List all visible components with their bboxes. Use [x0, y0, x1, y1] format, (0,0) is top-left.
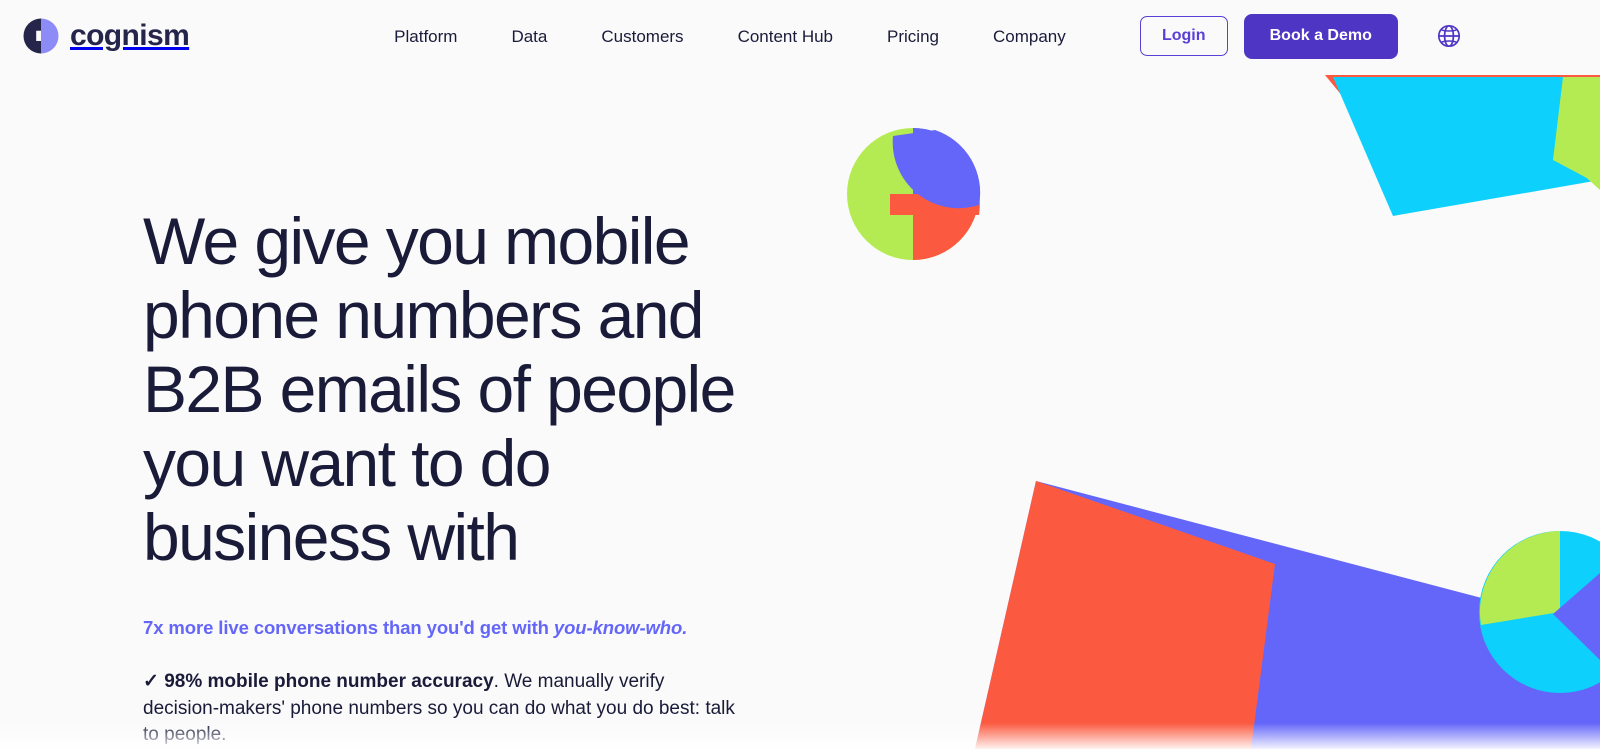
nav-item-data[interactable]: Data [511, 28, 547, 45]
page-root: cognism Platform Data Customers Content … [0, 0, 1600, 749]
bottom-panels [975, 481, 1600, 749]
login-button[interactable]: Login [1139, 16, 1228, 56]
nav-item-content-hub[interactable]: Content Hub [738, 28, 833, 45]
site-header: cognism Platform Data Customers Content … [0, 0, 1600, 72]
logo-wordmark: cognism [70, 19, 190, 52]
bullet-highlight: 98% mobile phone number accuracy [164, 670, 494, 692]
language-selector-button[interactable] [1434, 21, 1464, 51]
nav-item-platform[interactable]: Platform [394, 28, 457, 45]
nav-item-customers[interactable]: Customers [601, 28, 683, 45]
header-actions: Login Book a Demo [1139, 13, 1464, 59]
nav-item-company[interactable]: Company [993, 28, 1066, 45]
cognism-circle-logo-icon [23, 18, 59, 54]
subhead-italic-text: you-know-who. [553, 616, 688, 638]
bottom-right-circle [1479, 531, 1600, 693]
primary-navigation: Platform Data Customers Content Hub Pric… [394, 28, 1066, 45]
globe-icon [1437, 24, 1460, 48]
nav-item-pricing[interactable]: Pricing [887, 28, 939, 45]
hero-subheadline: 7x more live conversations than you'd ge… [143, 617, 903, 639]
hero-bullet-point: ✓ 98% mobile phone number accuracy. We m… [143, 669, 743, 749]
logo-link[interactable]: cognism [23, 18, 190, 54]
top-right-cyan-wedge [1325, 75, 1600, 216]
checkmark-icon: ✓ [143, 670, 159, 692]
page-title: We give you mobile phone numbers and B2B… [143, 204, 736, 574]
subhead-plain-text: 7x more live conversations than you'd ge… [143, 616, 554, 638]
hero-section: We give you mobile phone numbers and B2B… [143, 204, 903, 749]
book-a-demo-button[interactable]: Book a Demo [1243, 13, 1398, 59]
